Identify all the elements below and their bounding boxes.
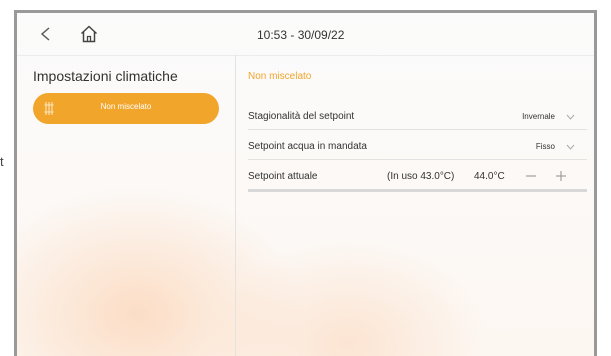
sidebar: Impostazioni climatiche Non miscelato <box>17 55 236 356</box>
setting-row-stagionalita[interactable]: Stagionalità del setpoint Invernale <box>248 105 587 130</box>
chevron-left-icon[interactable] <box>39 26 53 42</box>
clock-datetime: 10:53 - 30/09/22 <box>257 28 345 42</box>
chevron-down-icon[interactable] <box>566 114 575 120</box>
cropped-text-fragment: t <box>0 154 4 169</box>
thermostat-screen: 10:53 - 30/09/22 Impostazioni climatiche… <box>14 10 597 356</box>
home-icon[interactable] <box>79 24 99 44</box>
sidebar-title: Impostazioni climatiche <box>33 68 178 84</box>
setting-row-setpoint-mandata[interactable]: Setpoint acqua in mandata Fisso <box>248 135 587 160</box>
setting-row-setpoint-attuale: Setpoint attuale (In uso 43.0°C) 44.0°C <box>248 165 587 192</box>
row-label: Setpoint attuale <box>248 171 318 182</box>
chevron-down-icon[interactable] <box>566 144 575 150</box>
sidebar-item-non-miscelato[interactable]: Non miscelato <box>33 93 219 124</box>
setpoint-value: 44.0°C <box>474 171 505 182</box>
main-content: Non miscelato Stagionalità del setpoint … <box>236 55 594 356</box>
header-bar: 10:53 - 30/09/22 <box>17 13 594 56</box>
row-label: Setpoint acqua in mandata <box>248 141 367 152</box>
plus-icon[interactable] <box>554 168 568 184</box>
in-use-value: (In uso 43.0°C) <box>387 171 455 182</box>
select-value[interactable]: Invernale <box>522 112 555 121</box>
minus-icon[interactable] <box>524 168 538 184</box>
sidebar-item-label: Non miscelato <box>100 102 152 111</box>
section-title: Non miscelato <box>248 71 312 82</box>
row-label: Stagionalità del setpoint <box>248 111 355 122</box>
select-value[interactable]: Fisso <box>536 142 555 151</box>
